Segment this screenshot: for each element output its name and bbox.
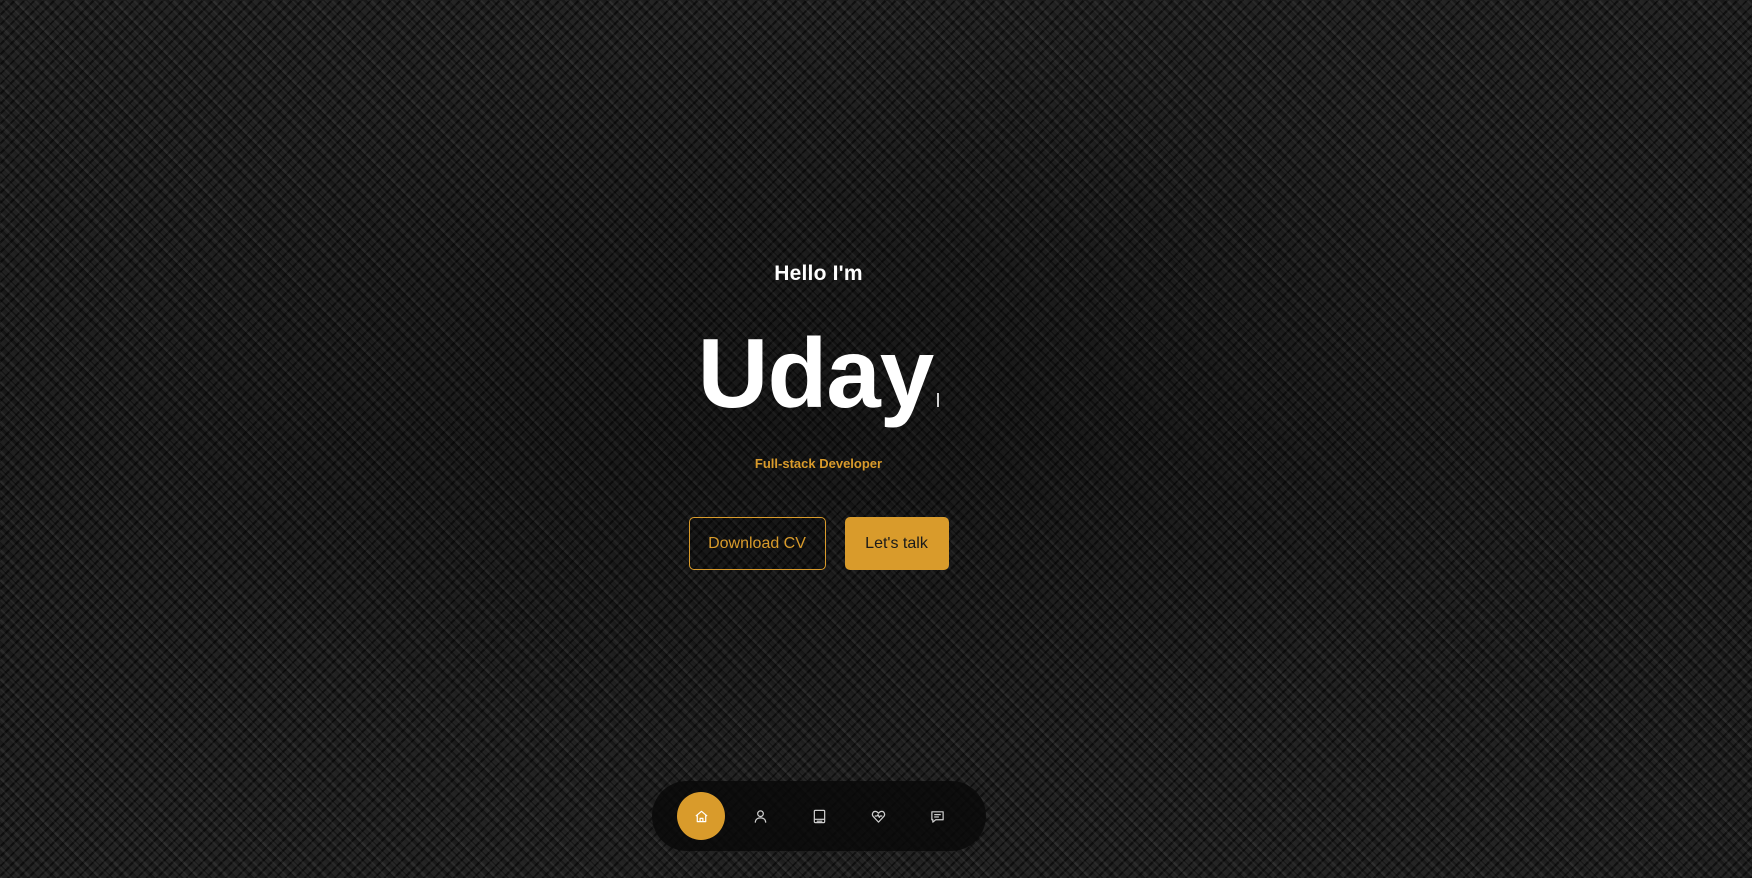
lets-talk-button[interactable]: Let's talk (844, 517, 949, 570)
home-icon (694, 810, 708, 822)
role-subtitle: Full-stack Developer (754, 456, 883, 471)
hero-name: Uday (0, 318, 1637, 428)
nav-contact[interactable] (913, 792, 961, 840)
nav-about[interactable] (736, 792, 784, 840)
bottom-nav (652, 781, 986, 851)
cta-buttons: Download CV Let's talk (0, 517, 1637, 570)
nav-experience[interactable] (795, 792, 843, 840)
download-cv-button[interactable]: Download CV (688, 517, 826, 570)
hero-name-text: Uday (697, 318, 935, 428)
user-icon (754, 809, 766, 823)
message-icon (930, 810, 944, 823)
greeting-text: Hello I'm (774, 262, 863, 285)
book-icon (813, 809, 825, 823)
hero-section: Hello I'm Uday Full-stack Developer Down… (0, 0, 1637, 878)
nav-services[interactable] (854, 792, 902, 840)
services-icon (871, 810, 885, 823)
typing-cursor (937, 393, 940, 407)
nav-home[interactable] (677, 792, 725, 840)
